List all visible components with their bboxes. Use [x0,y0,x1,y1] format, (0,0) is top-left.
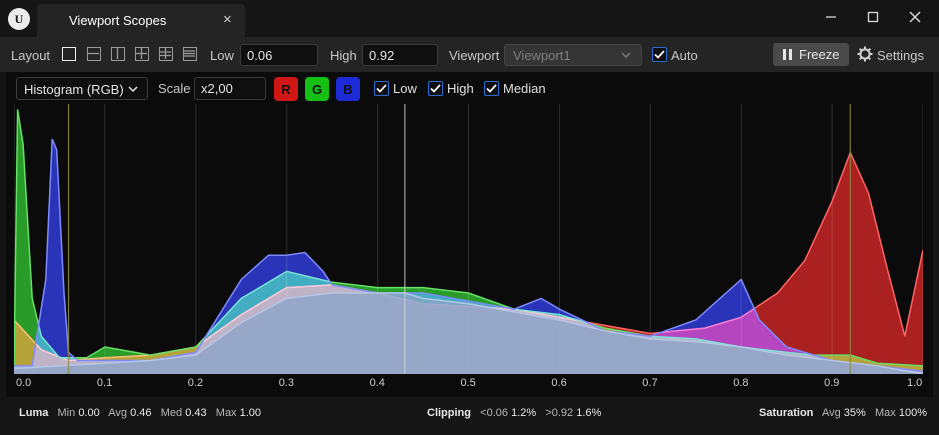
x-tick-label: 0.5 [460,377,476,389]
layout-label: Layout [11,48,51,63]
luma-avg-value: 0.46 [130,407,152,419]
chevron-down-icon [128,86,138,93]
scale-input[interactable]: x2,00 [194,77,266,100]
chevron-down-icon [621,52,631,58]
two-columns-layout-icon[interactable] [111,47,125,61]
settings-label[interactable]: Settings [877,48,924,63]
x-tick-label: 0.0 [16,377,32,389]
luma-stats: Luma Min 0.00 Avg 0.46 Med 0.43 Max 1.00 [19,407,261,419]
toolbar: Layout Low 0.06 High 0.92 Viewport Viewp… [0,37,939,72]
scale-label: Scale [158,81,191,96]
gear-icon[interactable] [857,46,873,62]
x-tick-label: 0.1 [96,377,113,389]
rgb-histogram-chart [14,104,923,374]
x-tick-label: 0.8 [733,377,749,389]
x-tick-label: 0.9 [824,377,840,389]
viewport-select-value: Viewport1 [513,48,571,63]
x-tick-label: 0.2 [187,377,204,389]
freeze-label: Freeze [799,47,840,62]
luma-min-value: 0.00 [78,407,100,419]
sat-max-value: 100% [898,407,927,419]
luma-max-label: Max [215,407,237,419]
clipping-stats: Clipping <0.06 1.2% >0.92 1.6% [427,407,601,419]
channel-g-toggle[interactable]: G [305,77,329,101]
tab-close-icon[interactable]: × [223,11,232,28]
quad-layout-icon[interactable] [135,47,149,61]
checkmark-icon [376,84,387,93]
sat-avg-label: Avg [821,407,841,419]
x-tick-label: 0.3 [278,377,294,389]
maximize-button[interactable] [860,7,886,27]
low-input[interactable]: 0.06 [240,44,318,66]
grid-layout-icon[interactable] [159,47,173,61]
channel-b-toggle[interactable]: B [336,77,360,101]
channel-r-label: R [281,81,291,97]
channel-g-label: G [311,81,323,97]
high-input[interactable]: 0.92 [362,44,438,66]
stats-footer: Luma Min 0.00 Avg 0.46 Med 0.43 Max 1.00… [6,397,933,429]
low-marker-label: Low [393,81,417,96]
list-layout-icon[interactable] [183,47,197,61]
close-button[interactable] [902,7,928,27]
checkmark-icon [654,50,665,59]
tab-title: Viewport Scopes [69,13,167,28]
x-tick-label: 0.7 [642,377,658,389]
checkmark-icon [486,84,497,93]
sat-max-label: Max [875,407,896,419]
median-marker-label: Median [503,81,546,96]
channel-b-label: B [343,81,353,97]
saturation-stats: Saturation Avg 35% Max 100% [759,407,927,419]
median-marker-checkbox[interactable] [484,81,499,96]
luma-med-label: Med [160,407,183,419]
minimize-button[interactable] [818,7,844,27]
two-rows-layout-icon[interactable] [87,47,101,61]
pause-icon [783,49,792,60]
auto-label: Auto [671,48,698,63]
unreal-logo-icon: U [8,8,30,30]
auto-checkbox[interactable] [652,47,667,62]
scope-mode-value: Histogram (RGB) [24,82,124,97]
scope-mode-dropdown[interactable]: Histogram (RGB) [16,77,148,100]
luma-med-value: 0.43 [185,407,207,419]
high-label: High [330,48,357,63]
clip-high-value: 1.6% [576,407,602,419]
checkmark-icon [430,84,441,93]
x-tick-label: 1.0 [907,377,923,389]
high-marker-label: High [447,81,474,96]
single-layout-icon[interactable] [62,47,76,61]
x-tick-label: 0.4 [369,377,385,389]
luma-min-label: Min [57,407,76,419]
scope-controls: Histogram (RGB) Scale x2,00 R G B Low Hi… [6,72,933,104]
luma-max-value: 1.00 [239,407,262,419]
clip-low-label: <0.06 [480,407,509,419]
clip-low-value: 1.2% [511,407,537,419]
luma-avg-label: Avg [108,407,128,419]
low-label: Low [210,48,234,63]
viewport-select[interactable]: Viewport1 [504,44,642,66]
title-bar: U Viewport Scopes × [0,0,939,37]
clipping-label: Clipping [427,407,471,419]
saturation-label: Saturation [759,407,814,419]
svg-text:U: U [15,12,24,26]
x-tick-label: 0.6 [551,377,567,389]
viewport-label: Viewport [449,48,500,63]
tab-viewport-scopes[interactable]: Viewport Scopes × [37,4,245,37]
freeze-button[interactable]: Freeze [773,43,849,66]
high-marker-checkbox[interactable] [428,81,443,96]
channel-r-toggle[interactable]: R [274,77,298,101]
clip-high-label: >0.92 [545,407,574,419]
luma-label: Luma [19,407,49,419]
low-marker-checkbox[interactable] [374,81,389,96]
sat-avg-value: 35% [843,407,866,419]
